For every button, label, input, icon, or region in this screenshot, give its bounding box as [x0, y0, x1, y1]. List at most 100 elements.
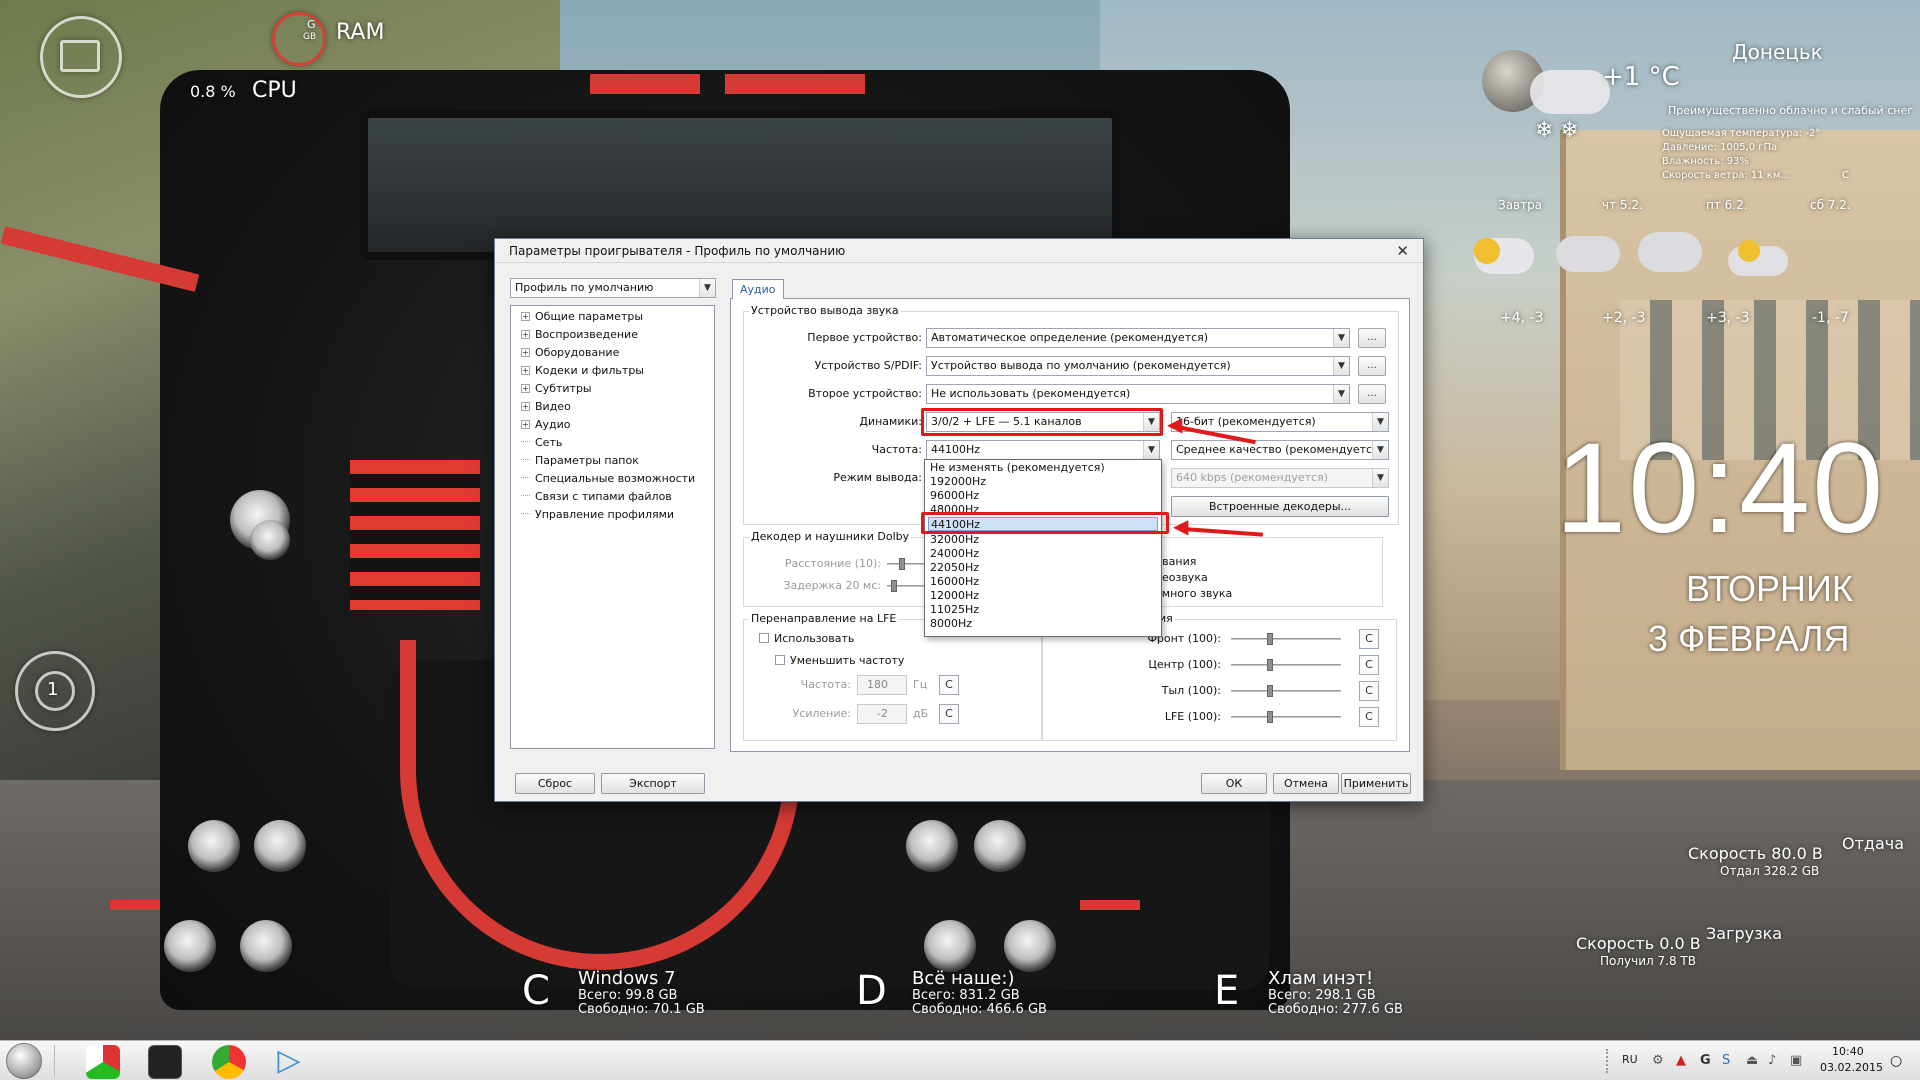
distance-slider[interactable]: [887, 558, 927, 570]
frequency-option[interactable]: 96000Hz: [928, 489, 1158, 503]
delay-slider[interactable]: [887, 580, 927, 592]
lfe-frequency-spinner[interactable]: 180: [857, 675, 907, 695]
browser-icon[interactable]: [212, 1045, 246, 1079]
tray-date[interactable]: 03.02.2015: [1820, 1061, 1883, 1074]
apply-button[interactable]: Применить: [1341, 773, 1411, 794]
chevron-down-icon: ▼: [1333, 329, 1349, 347]
frequency-option[interactable]: 192000Hz: [928, 475, 1158, 489]
export-button[interactable]: Экспорт: [601, 773, 705, 794]
lfe-level-reset-button[interactable]: С: [1359, 707, 1379, 727]
tray-safely-remove-icon[interactable]: ⏏: [1746, 1053, 1758, 1068]
drive-letter[interactable]: C: [522, 968, 550, 1014]
tree-item-subtitles[interactable]: + Субтитры: [521, 382, 592, 395]
spdif-select[interactable]: Устройство вывода по умолчанию (рекоменд…: [926, 356, 1350, 376]
tree-item-file-associations[interactable]: Связи с типами файлов: [521, 490, 672, 503]
tray-settings-icon[interactable]: ⚙: [1652, 1053, 1664, 1068]
side-gadget-number: 1: [47, 679, 59, 700]
spdif-more-button[interactable]: ...: [1358, 356, 1386, 376]
second-device-select[interactable]: Не использовать (рекомендуется) ▼: [926, 384, 1350, 404]
tree-item-playback[interactable]: + Воспроизведение: [521, 328, 638, 341]
search-icon[interactable]: ○: [1890, 1053, 1902, 1069]
dolby-option-3[interactable]: ёмного звука: [1155, 587, 1232, 600]
tray-time[interactable]: 10:40: [1832, 1045, 1864, 1058]
center-slider[interactable]: [1231, 659, 1341, 671]
tree-item-audio[interactable]: + Аудио: [521, 418, 571, 431]
tray-skype-icon[interactable]: S: [1722, 1053, 1730, 1068]
dialog-title-bar[interactable]: Параметры проигрывателя - Профиль по умо…: [495, 239, 1423, 263]
frequency-option[interactable]: 24000Hz: [928, 547, 1158, 561]
expand-icon[interactable]: +: [521, 384, 530, 393]
tray-network-icon[interactable]: ▣: [1790, 1053, 1802, 1068]
tree-item-profiles[interactable]: Управление профилями: [521, 508, 674, 521]
frequency-option[interactable]: 11025Hz: [928, 603, 1158, 617]
wallpaper-red-accent: [1080, 900, 1140, 910]
first-device-more-button[interactable]: ...: [1358, 328, 1386, 348]
expand-icon[interactable]: +: [521, 348, 530, 357]
expand-icon[interactable]: +: [521, 366, 530, 375]
dolby-option-2[interactable]: реозвука: [1155, 571, 1208, 584]
lfe-level-slider[interactable]: [1231, 711, 1341, 723]
frequency-option[interactable]: 12000Hz: [928, 589, 1158, 603]
drive-free: Свободно: 466.6 GB: [912, 1002, 1047, 1017]
ok-button[interactable]: ОК: [1201, 773, 1267, 794]
drive-name: Всё наше:): [912, 968, 1015, 989]
front-slider[interactable]: [1231, 633, 1341, 645]
tree-item-network[interactable]: Сеть: [521, 436, 562, 449]
tree-item-video[interactable]: + Видео: [521, 400, 571, 413]
builtin-decoders-button[interactable]: Встроенные декодеры...: [1171, 496, 1389, 517]
lfe-frequency-reset-button[interactable]: С: [939, 675, 959, 695]
use-lfe-checkbox[interactable]: Использовать: [759, 632, 854, 645]
frequency-option[interactable]: 8000Hz: [928, 617, 1158, 631]
drive-letter[interactable]: D: [856, 968, 887, 1014]
front-reset-button[interactable]: С: [1359, 629, 1379, 649]
close-icon[interactable]: ✕: [1396, 242, 1409, 260]
media-player-icon[interactable]: ▷: [272, 1045, 306, 1079]
expand-icon[interactable]: +: [521, 402, 530, 411]
lfe-gain-spinner[interactable]: -2: [857, 704, 907, 724]
lfe-gain-reset-button[interactable]: С: [939, 704, 959, 724]
tray-app-icon[interactable]: G: [1700, 1053, 1711, 1068]
tree-item-general[interactable]: + Общие параметры: [521, 310, 643, 323]
bitrate-select[interactable]: 640 kbps (рекомендуется) ▼: [1171, 468, 1389, 488]
weather-city: Донецьк: [1732, 40, 1823, 64]
profile-select[interactable]: Профиль по умолчанию ▼: [510, 278, 716, 298]
weather-humidity: Влажность: 93%: [1662, 156, 1750, 167]
tree-item-accessibility[interactable]: Специальные возможности: [521, 472, 695, 485]
mw-game-icon[interactable]: [148, 1045, 182, 1079]
frequency-option[interactable]: 16000Hz: [928, 575, 1158, 589]
rear-reset-button[interactable]: С: [1359, 681, 1379, 701]
cancel-button[interactable]: Отмена: [1273, 773, 1339, 794]
tray-volume-icon[interactable]: ♪: [1768, 1053, 1776, 1068]
tab-audio[interactable]: Аудио: [732, 279, 784, 299]
output-device-group-label: Устройство вывода звука: [749, 304, 901, 317]
antivirus-app-icon[interactable]: [86, 1045, 120, 1079]
expand-icon[interactable]: +: [521, 312, 530, 321]
expand-icon[interactable]: +: [521, 330, 530, 339]
reset-button[interactable]: Сброс: [515, 773, 595, 794]
frequency-option[interactable]: Не изменять (рекомендуется): [928, 461, 1158, 475]
wallpaper-fog-lamp: [924, 920, 976, 972]
frequency-option[interactable]: 32000Hz: [928, 533, 1158, 547]
chevron-down-icon: ▼: [1333, 385, 1349, 403]
quality-select[interactable]: Среднее качество (рекомендуется) ▼: [1171, 440, 1389, 460]
tree-item-hardware[interactable]: + Оборудование: [521, 346, 619, 359]
frequency-option[interactable]: 22050Hz: [928, 561, 1158, 575]
expand-icon[interactable]: +: [521, 420, 530, 429]
tray-antivirus-icon[interactable]: ▲: [1676, 1053, 1686, 1068]
tree-item-codecs[interactable]: + Кодеки и фильтры: [521, 364, 644, 377]
center-reset-button[interactable]: С: [1359, 655, 1379, 675]
second-device-more-button[interactable]: ...: [1358, 384, 1386, 404]
drive-letter[interactable]: E: [1214, 968, 1239, 1014]
start-button-icon[interactable]: [6, 1043, 42, 1079]
taskbar-separator: [54, 1045, 55, 1077]
output-mode-label: Режим вывода:: [833, 471, 922, 484]
rear-slider[interactable]: [1231, 685, 1341, 697]
bit-depth-select[interactable]: 16-бит (рекомендуется) ▼: [1171, 412, 1389, 432]
lfe-level-label: LFE (100):: [1164, 710, 1221, 723]
frequency-select[interactable]: 44100Hz ▼: [926, 440, 1160, 460]
reduce-frequency-checkbox[interactable]: Уменьшить частоту: [775, 654, 904, 667]
tree-item-folders[interactable]: Параметры папок: [521, 454, 639, 467]
drive-total: Всего: 298.1 GB: [1268, 988, 1376, 1003]
language-indicator[interactable]: RU: [1622, 1053, 1638, 1066]
first-device-select[interactable]: Автоматическое определение (рекомендуетс…: [926, 328, 1350, 348]
